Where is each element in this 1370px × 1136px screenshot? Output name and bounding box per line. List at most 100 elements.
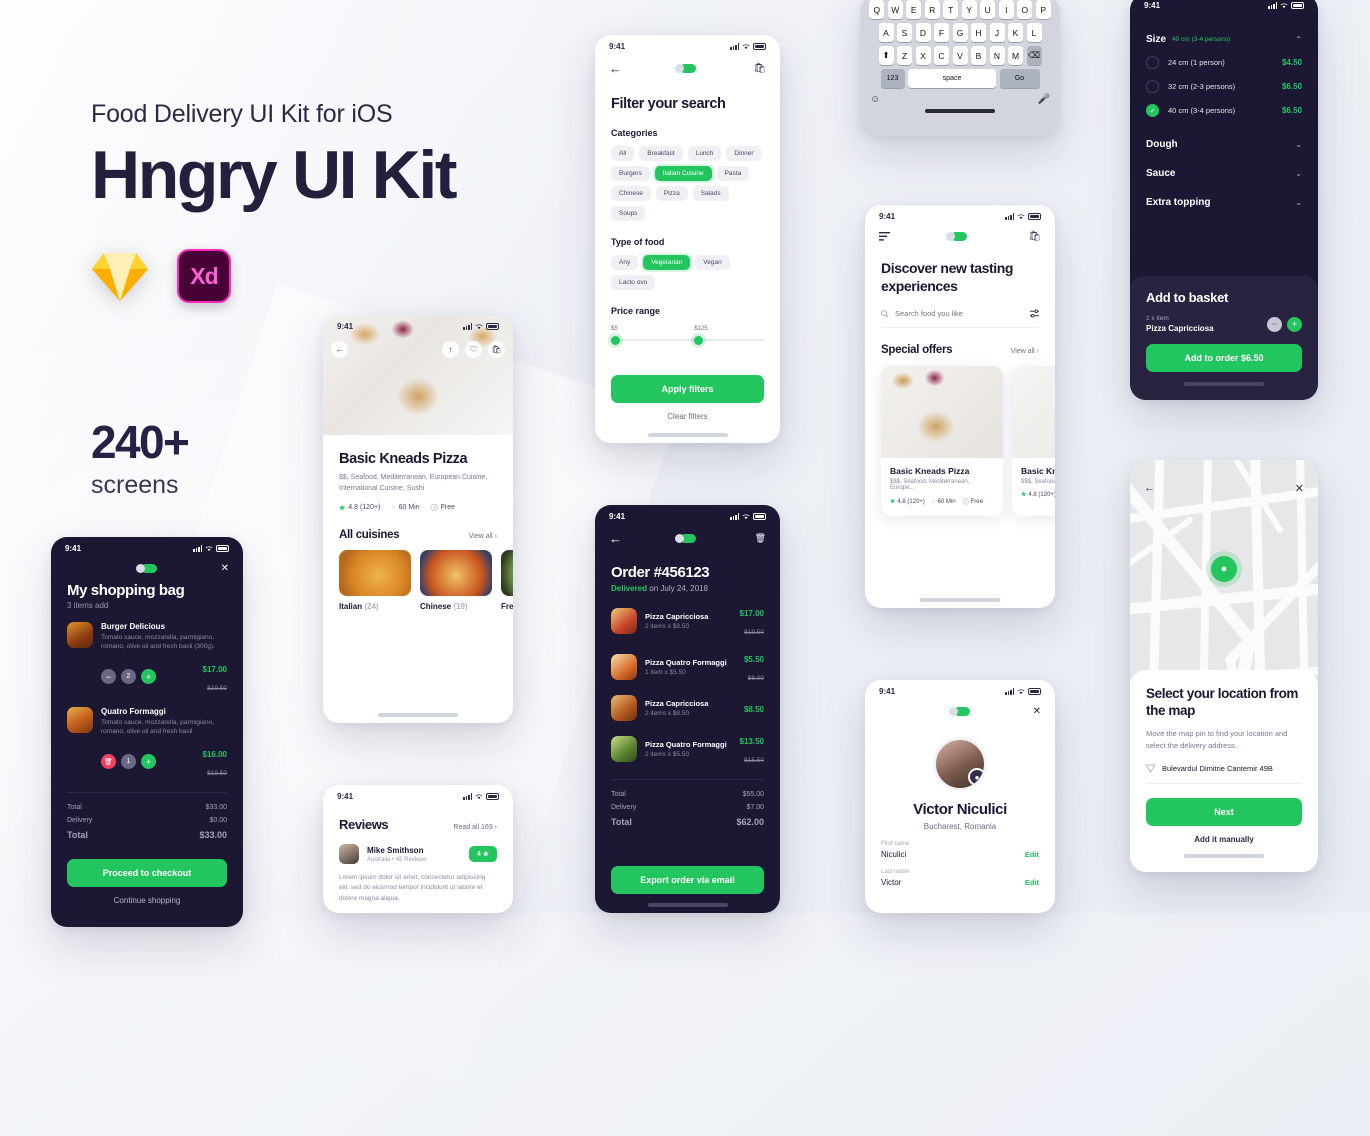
location-pin-icon[interactable]: ● [1211, 556, 1237, 582]
avatar[interactable]: ● [933, 737, 987, 791]
key-x[interactable]: X [915, 46, 931, 65]
continue-shopping-button[interactable]: Continue shopping [67, 896, 227, 905]
key-d[interactable]: D [915, 23, 931, 42]
decrease-button[interactable]: − [1267, 316, 1282, 332]
back-arrow-icon[interactable]: ← [609, 61, 622, 76]
key-w[interactable]: W [887, 0, 903, 19]
price-range-slider[interactable]: $5 $125 [595, 316, 780, 345]
key-t[interactable]: T [943, 0, 959, 19]
offer-card[interactable]: Basic Kneads Pizza $$$, Seafood, Mediter… [881, 366, 1003, 516]
shift-icon[interactable]: ⬆ [878, 46, 894, 65]
cuisine-card[interactable]: Chinese (19) [420, 549, 492, 611]
key-y[interactable]: Y [961, 0, 977, 19]
decrease-button[interactable]: − [101, 669, 116, 685]
key-c[interactable]: C [934, 46, 949, 65]
size-option-selected[interactable]: ✓ 40 cm (3-4 persons) $6.50 [1130, 93, 1318, 117]
key-f[interactable]: F [934, 23, 949, 42]
address-row[interactable]: Bulevardul Dimitrie Cantemir 49B [1146, 752, 1302, 784]
menu-icon[interactable] [879, 232, 890, 241]
slider-knob-min[interactable] [611, 335, 620, 345]
category-chip[interactable]: Pasta [716, 166, 750, 181]
key-b[interactable]: B [971, 46, 986, 65]
key-g[interactable]: G [952, 23, 968, 42]
emoji-icon[interactable]: ☺ [870, 94, 880, 105]
key-i[interactable]: I [998, 0, 1014, 19]
type-chip[interactable]: Lacto ovo [611, 275, 656, 290]
increase-button[interactable]: + [1287, 316, 1302, 332]
category-chip[interactable]: Soups [611, 206, 646, 221]
key-n[interactable]: N [989, 46, 1005, 65]
read-all-link[interactable]: Read all 169 › [453, 824, 497, 831]
numbers-key[interactable]: 123 [880, 69, 905, 88]
apply-filters-button[interactable]: Apply filters [611, 375, 764, 403]
backspace-icon[interactable]: ⌫ [1026, 46, 1042, 65]
key-a[interactable]: A [878, 23, 894, 42]
category-chip[interactable]: Pizza [655, 186, 688, 201]
cuisine-card[interactable]: Italian (24) [339, 549, 411, 611]
clear-filters-button[interactable]: Clear filters [611, 412, 764, 421]
search-bar[interactable] [881, 309, 1039, 328]
key-m[interactable]: M [1008, 46, 1023, 65]
cuisine-card[interactable]: Frenc [501, 549, 513, 611]
space-key[interactable]: space [908, 69, 996, 88]
close-icon[interactable]: ✕ [1033, 706, 1041, 717]
key-e[interactable]: E [906, 0, 922, 19]
size-accordion-header[interactable]: Size 40 cm (3-4 persons) ⌃ [1130, 12, 1318, 45]
key-p[interactable]: P [1035, 0, 1051, 19]
category-chip[interactable]: Chinese [611, 186, 651, 201]
edit-button[interactable]: Edit [1025, 850, 1039, 859]
heart-icon[interactable]: ♡ [465, 341, 482, 358]
extra-topping-accordion[interactable]: Extra topping ⌄ [1130, 179, 1318, 208]
go-key[interactable]: Go [999, 69, 1040, 88]
key-o[interactable]: O [1017, 0, 1033, 19]
camera-icon[interactable]: ● [968, 768, 984, 786]
key-q[interactable]: Q [869, 0, 885, 19]
add-manually-button[interactable]: Add it manually [1146, 835, 1302, 844]
back-arrow-icon[interactable]: ← [609, 531, 622, 546]
increase-button[interactable]: + [141, 754, 156, 770]
size-option[interactable]: 32 cm (2-3 persons) $6.50 [1130, 69, 1318, 93]
increase-button[interactable]: + [141, 669, 156, 685]
type-chip[interactable]: Any [611, 255, 639, 270]
export-order-button[interactable]: Export order via email [611, 866, 764, 894]
category-chip[interactable]: Lunch [687, 146, 722, 161]
view-all-link[interactable]: View all › [1011, 348, 1039, 355]
category-chip[interactable]: Breakfast [639, 146, 683, 161]
filter-icon[interactable] [1030, 309, 1039, 318]
offer-card[interactable]: Basic Kn $$$, Seafood ★ 4.8 (120+) [1012, 366, 1055, 516]
add-to-order-button[interactable]: Add to order $6.50 [1146, 344, 1302, 372]
close-icon[interactable]: ✕ [221, 563, 229, 574]
radio-selected[interactable]: ✓ [1146, 104, 1159, 117]
category-chip[interactable]: Salads [692, 186, 729, 201]
share-icon[interactable]: ↑ [442, 341, 459, 358]
key-s[interactable]: S [897, 23, 912, 42]
bag-icon[interactable]: 🛍 [488, 341, 505, 358]
dough-accordion[interactable]: Dough ⌄ [1130, 117, 1318, 150]
category-chip[interactable]: Burgers [611, 166, 650, 181]
close-icon[interactable]: ✕ [1295, 482, 1304, 495]
key-z[interactable]: Z [897, 46, 912, 65]
sauce-accordion[interactable]: Sauce ⌄ [1130, 150, 1318, 179]
category-chip[interactable]: All [611, 146, 635, 161]
category-chip-selected[interactable]: Italian Cuisine [654, 166, 712, 181]
view-all-link[interactable]: View all › [469, 533, 497, 540]
size-option[interactable]: 24 cm (1 person) $4.50 [1130, 45, 1318, 69]
next-button[interactable]: Next [1146, 798, 1302, 826]
type-chip-selected[interactable]: Vegetarian [643, 255, 691, 270]
slider-knob-max[interactable] [693, 335, 703, 345]
radio-unselected[interactable] [1146, 80, 1159, 93]
back-arrow-icon[interactable]: ← [331, 341, 348, 358]
type-chip[interactable]: Vegan [695, 255, 730, 270]
trash-icon[interactable]: 🗑 [755, 533, 766, 544]
key-j[interactable]: J [989, 23, 1005, 42]
key-r[interactable]: R [924, 0, 940, 19]
microphone-icon[interactable]: 🎤 [1038, 94, 1050, 105]
key-h[interactable]: H [971, 23, 986, 42]
remove-button[interactable]: 🗑 [101, 754, 116, 770]
back-arrow-icon[interactable]: ← [1144, 482, 1155, 495]
edit-button[interactable]: Edit [1025, 878, 1039, 887]
key-u[interactable]: U [980, 0, 996, 19]
bag-icon[interactable]: 🛍 [1028, 231, 1041, 242]
radio-unselected[interactable] [1146, 56, 1159, 69]
checkout-button[interactable]: Proceed to checkout [67, 858, 227, 887]
